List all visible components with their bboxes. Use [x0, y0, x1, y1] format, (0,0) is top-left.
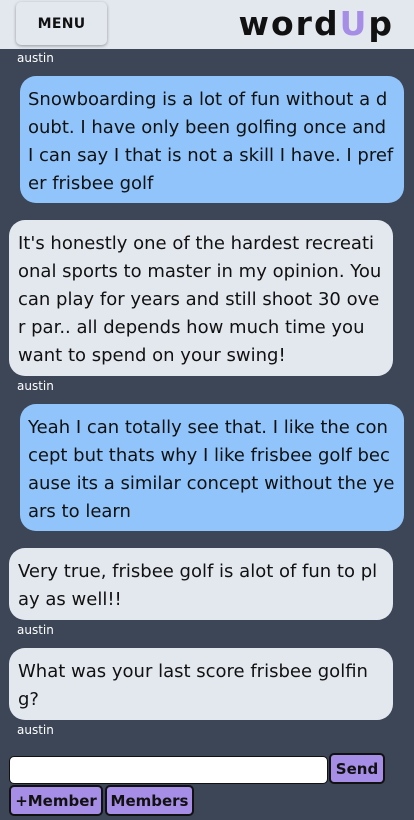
chat-message-sent: Snowboarding is a lot of fun without a d…: [20, 76, 404, 203]
send-button[interactable]: Send: [329, 753, 385, 784]
menu-button[interactable]: MENU: [16, 2, 107, 45]
chat-message-sent: Yeah I can totally see that. I like the …: [20, 404, 404, 531]
chat-message-received: Very true, frisbee golf is alot of fun t…: [9, 548, 393, 620]
add-member-button[interactable]: +Member: [9, 785, 103, 816]
logo-text-end: p: [368, 4, 394, 43]
top-bar: MENU wordUp: [0, 0, 414, 49]
message-author: austin: [17, 379, 54, 393]
message-author: austin: [17, 51, 54, 65]
message-author: austin: [17, 723, 54, 737]
chat-message-received: It's honestly one of the hardest recreat…: [9, 220, 393, 376]
message-input[interactable]: [9, 756, 328, 784]
logo-text-start: word: [238, 4, 340, 43]
chat-message-received: What was your last score frisbee golfing…: [9, 648, 393, 720]
message-author: austin: [17, 623, 54, 637]
members-button[interactable]: Members: [105, 785, 194, 816]
logo-text-accent: U: [339, 4, 369, 43]
app-logo: wordUp: [239, 2, 394, 46]
